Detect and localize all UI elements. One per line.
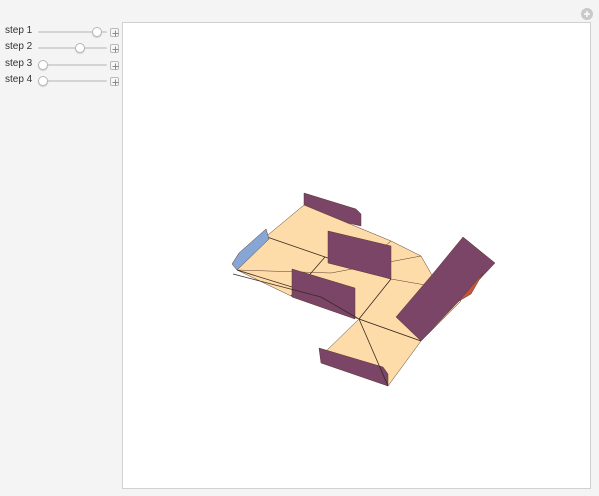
slider-track[interactable] xyxy=(38,64,107,66)
box-net-graphic xyxy=(231,192,496,387)
slider-thumb[interactable] xyxy=(38,60,48,70)
plus-box-icon[interactable] xyxy=(110,28,119,37)
control-step-2: step 2 xyxy=(0,40,122,56)
control-step-1: step 1 xyxy=(0,24,122,40)
control-step-3: step 3 xyxy=(0,57,122,73)
plus-box-icon[interactable] xyxy=(110,77,119,86)
slider-thumb[interactable] xyxy=(38,76,48,86)
plus-circle-icon[interactable] xyxy=(581,8,593,20)
app-window: step 1 step 2 step 3 step 4 xyxy=(0,0,599,496)
slider-track[interactable] xyxy=(38,80,107,82)
control-label: step 3 xyxy=(5,58,33,69)
control-label: step 4 xyxy=(5,74,33,85)
control-step-4: step 4 xyxy=(0,73,122,89)
slider-track[interactable] xyxy=(38,47,107,49)
graphics-panel xyxy=(122,22,591,489)
plus-box-icon[interactable] xyxy=(110,44,119,53)
control-label: step 2 xyxy=(5,41,33,52)
plus-box-icon[interactable] xyxy=(110,61,119,70)
control-label: step 1 xyxy=(5,25,33,36)
slider-thumb[interactable] xyxy=(74,43,85,53)
slider-thumb[interactable] xyxy=(92,27,103,37)
